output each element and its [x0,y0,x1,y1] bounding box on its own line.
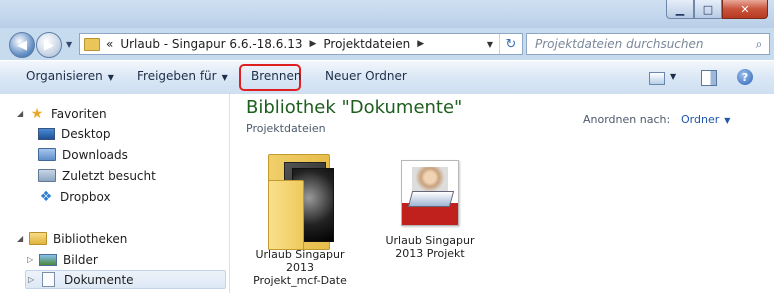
pictures-library-icon [39,253,57,266]
nav-downloads[interactable]: Downloads [38,145,128,164]
search-box[interactable]: Projektdateien durchsuchen ⌕ [526,33,770,55]
folder-icon [84,37,100,51]
organize-button[interactable]: Organisieren ▼ [26,69,114,83]
close-button[interactable]: ✕ [722,0,768,19]
file-label-line: Urlaub Singapur [385,234,475,247]
nav-documents-label: Dokumente [64,272,134,287]
chevron-down-icon: ▼ [724,116,731,125]
share-button[interactable]: Freigeben für ▼ [137,69,228,83]
breadcrumb-separator-icon[interactable]: ▶ [309,39,316,49]
nav-pictures-label: Bilder [63,252,98,267]
breadcrumb-separator-icon[interactable]: ▶ [417,39,424,49]
share-label: Freigeben für [137,69,217,83]
expand-icon[interactable]: ▷ [27,255,39,264]
file-item-folder[interactable]: Urlaub Singapur 2013 Projekt_mcf-Date [240,154,360,287]
nav-favorites-label: Favoriten [51,106,107,121]
new-folder-label: Neuer Ordner [325,69,407,83]
photobook-graphic [407,191,455,207]
nav-desktop[interactable]: Desktop [38,124,111,143]
file-label-line: 2013 [286,261,314,274]
navigation-pane: ◢ ★ Favoriten Desktop Downloads Zuletzt … [0,94,230,293]
file-label-line: 2013 Projekt [395,247,465,260]
view-options-dropdown-icon[interactable]: ▼ [670,72,676,81]
address-bar[interactable]: « Urlaub - Singapur 6.6.-18.6.13 ▶ Proje… [79,33,523,55]
arrange-by-value: Ordner [681,113,720,126]
photo-folder-icon [268,154,334,250]
nav-libraries-label: Bibliotheken [53,231,128,246]
minimize-icon: ▁ [675,2,685,16]
breadcrumb-urlaub[interactable]: Urlaub - Singapur 6.6.-18.6.13 [120,37,302,51]
minimize-button[interactable]: ▁ [666,0,694,19]
nav-dropbox-label: Dropbox [60,189,111,204]
close-icon: ✕ [740,2,750,16]
nav-downloads-label: Downloads [62,147,128,162]
nav-dropbox[interactable]: ❖ Dropbox [38,187,111,206]
library-title: Bibliothek "Dokumente" [246,97,463,118]
library-subtitle: Projektdateien [246,122,326,135]
arrange-by-dropdown[interactable]: Ordner ▼ [681,113,730,126]
maximize-button[interactable]: □ [694,0,722,19]
nav-libraries[interactable]: ◢ Bibliotheken [17,229,127,248]
star-icon: ★ [30,105,44,122]
dropbox-icon: ❖ [39,188,53,205]
collapse-icon[interactable]: ◢ [17,234,29,243]
expand-icon[interactable]: ▷ [28,275,40,284]
recent-places-icon [38,169,56,182]
change-view-icon[interactable] [649,72,665,85]
nav-pictures[interactable]: ▷ Bilder [27,250,98,269]
chevron-down-icon: ▼ [221,73,228,82]
content-area: ◢ ★ Favoriten Desktop Downloads Zuletzt … [0,94,774,293]
collapse-icon[interactable]: ◢ [17,109,29,118]
caption-buttons: ▁ □ ✕ [666,0,768,19]
file-item-project[interactable]: Urlaub Singapur 2013 Projekt [370,160,490,260]
libraries-icon [29,232,47,245]
address-history-dropdown-icon[interactable]: ▼ [481,40,499,49]
command-bar: Organisieren ▼ Freigeben für ▼ Brennen Neu… [0,60,774,95]
nav-desktop-label: Desktop [61,126,111,141]
help-icon[interactable]: ? [737,69,753,85]
back-arrow-icon: ◀ [17,37,27,53]
nav-favorites[interactable]: ◢ ★ Favoriten [17,104,107,123]
search-input[interactable]: Projektdateien durchsuchen [527,37,749,51]
title-bar: ▁ □ ✕ [0,0,774,28]
explorer-window: ▁ □ ✕ ◀ ▶ ▼ « Urlaub - Singapur 6.6.-18.… [0,0,774,293]
burn-button[interactable]: Brennen [251,69,301,83]
search-icon[interactable]: ⌕ [749,37,769,52]
burn-label: Brennen [251,69,302,83]
recent-pages-dropdown-icon[interactable]: ▼ [66,40,72,49]
address-row: ◀ ▶ ▼ « Urlaub - Singapur 6.6.-18.6.13 ▶… [0,28,774,60]
downloads-folder-icon [38,148,56,161]
documents-library-icon [42,272,55,287]
chevron-down-icon: ▼ [107,73,114,82]
arrange-by-label: Anordnen nach: [583,113,671,126]
nav-documents[interactable]: ▷ Dokumente [25,270,226,289]
nav-recent[interactable]: Zuletzt besucht [38,166,156,185]
breadcrumb-overflow[interactable]: « [106,37,113,51]
file-label-line: Projekt_mcf-Date [253,274,347,287]
forward-arrow-icon: ▶ [44,37,54,53]
nav-recent-label: Zuletzt besucht [62,168,156,183]
preview-pane-icon[interactable] [701,70,717,86]
new-folder-button[interactable]: Neuer Ordner [325,69,407,83]
forward-button[interactable]: ▶ [36,32,62,58]
organize-label: Organisieren [26,69,103,83]
maximize-icon: □ [702,2,714,16]
breadcrumb-projektdateien[interactable]: Projektdateien [323,37,410,51]
back-button[interactable]: ◀ [9,32,35,58]
photobook-project-icon [401,160,459,226]
folder-front [268,180,304,250]
refresh-icon[interactable]: ↻ [499,34,522,54]
desktop-icon [38,127,55,140]
file-list-pane: Bibliothek "Dokumente" Projektdateien An… [230,94,774,293]
